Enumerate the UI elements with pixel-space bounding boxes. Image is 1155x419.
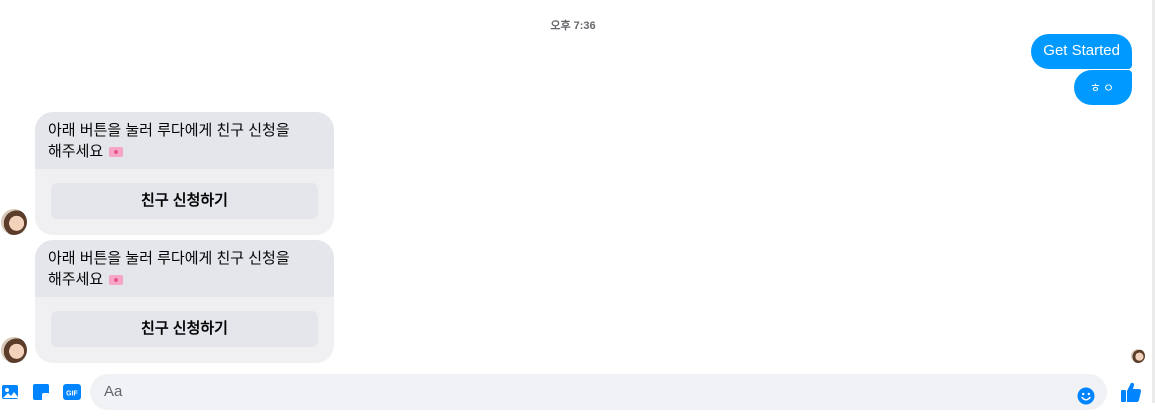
bot-card: 아래 버튼을 눌러 루다에게 친구 신청을 해주세요 친구 신청하기 (35, 112, 334, 235)
emoji-icon[interactable] (1077, 383, 1095, 405)
avatar[interactable] (1, 337, 27, 363)
card-text-line: 해주세요 (48, 271, 104, 288)
card-text-line-2: 해주세요 (48, 141, 321, 162)
sticker-icon[interactable] (32, 383, 50, 401)
friend-request-button[interactable]: 친구 신청하기 (51, 183, 318, 219)
composer: GIF Aa (0, 370, 1155, 410)
like-icon[interactable] (1120, 381, 1142, 403)
message-timestamp: 오후 7:36 (550, 20, 596, 32)
outgoing-message[interactable]: Get Started (1031, 34, 1132, 69)
card-text-line: 아래 버튼을 눌러 루다에게 친구 신청을 (48, 122, 290, 139)
friend-request-button[interactable]: 친구 신청하기 (51, 311, 318, 347)
gif-icon[interactable]: GIF (63, 383, 81, 401)
bot-card: 아래 버튼을 눌러 루다에게 친구 신청을 해주세요 친구 신청하기 (35, 240, 334, 363)
card-text-line: 해주세요 (48, 143, 104, 160)
love-letter-icon (109, 275, 124, 285)
outgoing-message[interactable]: ㅎㅇ (1073, 70, 1132, 105)
message-input[interactable]: Aa (90, 374, 1107, 410)
card-text-line: 아래 버튼을 눌러 루다에게 친구 신청을 (48, 250, 290, 267)
message-input-placeholder: Aa (104, 383, 123, 400)
image-icon[interactable] (1, 383, 19, 401)
gif-label: GIF (66, 391, 78, 398)
love-letter-icon (109, 147, 124, 157)
card-text: 아래 버튼을 눌러 루다에게 친구 신청을 해주세요 (35, 240, 334, 297)
card-text-line-2: 해주세요 (48, 269, 321, 290)
avatar[interactable] (1, 209, 27, 235)
card-text: 아래 버튼을 눌러 루다에게 친구 신청을 해주세요 (35, 112, 334, 169)
seen-receipt-avatar (1131, 349, 1145, 363)
